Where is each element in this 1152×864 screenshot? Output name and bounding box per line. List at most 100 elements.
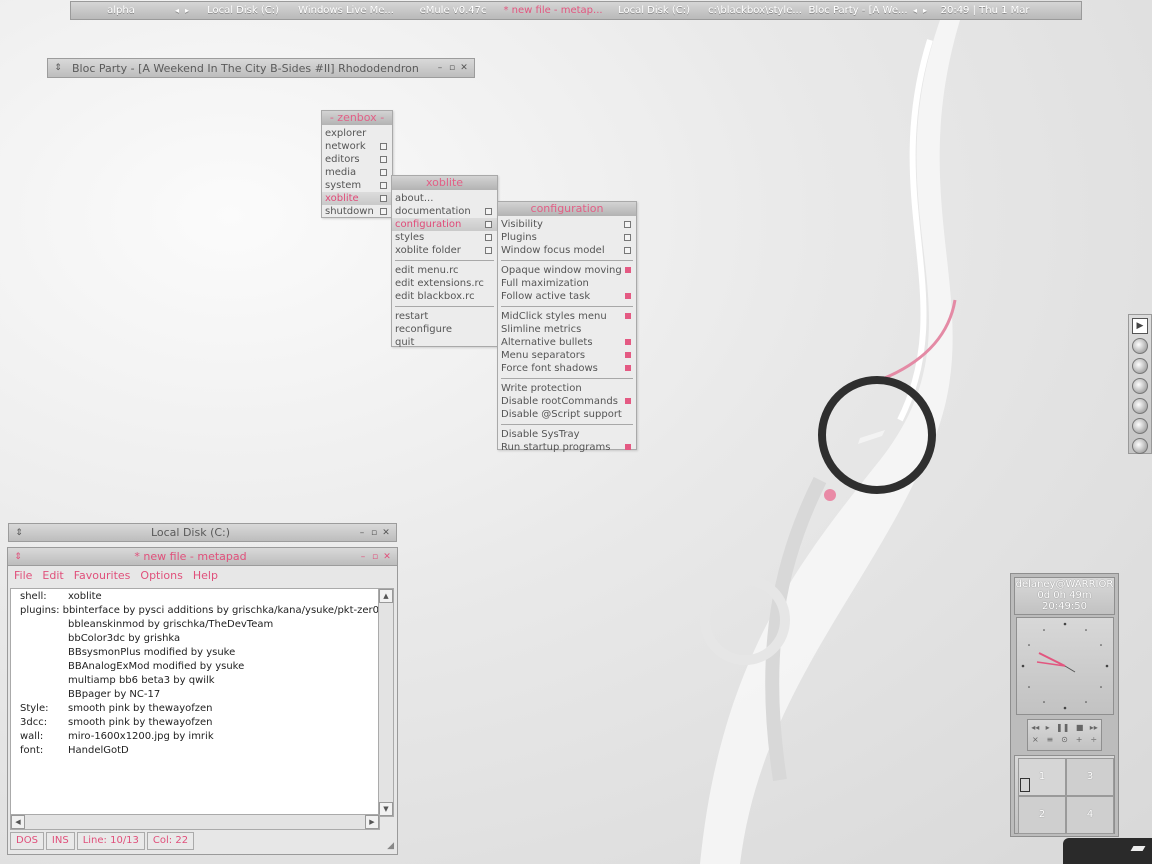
speaker-icon[interactable] [1132, 398, 1148, 414]
close-icon[interactable]: ✕ [381, 552, 393, 562]
explorer-window[interactable]: ⇕ Local Disk (C:) – ▫ ✕ [8, 523, 397, 542]
previous-icon[interactable]: ◂◂ [1031, 723, 1039, 732]
menu-item-edit-menu-rc[interactable]: edit menu.rc [392, 264, 497, 277]
minimize-icon[interactable]: – [434, 63, 446, 73]
scroll-up-icon[interactable]: ▲ [379, 589, 393, 603]
menu-file[interactable]: File [14, 569, 32, 582]
task-blackbox-styles[interactable]: c:\blackbox\style... [703, 5, 807, 16]
menu-item-editors[interactable]: editors [322, 153, 392, 166]
next-icon[interactable]: ▸▸ [1090, 723, 1098, 732]
submenu-icon [485, 221, 492, 228]
task-bloc-party[interactable]: Bloc Party - [A We... [807, 5, 909, 16]
scroll-right-icon[interactable]: ▶ [365, 815, 379, 829]
scroll-left-icon[interactable]: ◀ [11, 815, 25, 829]
menu-item-media[interactable]: media [322, 166, 392, 179]
menu-item-shutdown[interactable]: shutdown [322, 205, 392, 218]
menu-item-restart[interactable]: restart [392, 310, 497, 323]
shield-icon[interactable] [1132, 378, 1148, 394]
menu-item-disable-rootcommands[interactable]: Disable rootCommands [498, 395, 636, 408]
pause-icon[interactable]: ❚❚ [1056, 723, 1069, 732]
menu-item-visibility[interactable]: Visibility [498, 218, 636, 231]
menu-item-opaque-window-moving[interactable]: Opaque window moving [498, 264, 636, 277]
checked-bullet-icon [625, 444, 631, 450]
messenger-icon[interactable] [1132, 418, 1148, 434]
status-column: Col: 22 [146, 832, 195, 850]
menu-favourites[interactable]: Favourites [74, 569, 131, 582]
vertical-scrollbar[interactable]: ▲ ▼ [378, 588, 394, 817]
menu-item-system[interactable]: system [322, 179, 392, 192]
close-icon[interactable]: ✕ [380, 528, 392, 538]
menu-item-xoblite-folder[interactable]: xoblite folder [392, 244, 497, 257]
compass-icon[interactable] [1132, 338, 1148, 354]
menu-item-force-font-shadows[interactable]: Force font shadows [498, 362, 636, 375]
analog-clock [1016, 617, 1114, 715]
menu-item-edit-blackbox-rc[interactable]: edit blackbox.rc [392, 290, 497, 303]
menu-item-window-focus-model[interactable]: Window focus model [498, 244, 636, 257]
maximize-icon[interactable]: ▫ [368, 528, 380, 538]
metapad-titlebar[interactable]: ⇕ * new file - metapad – ▫ ✕ [8, 548, 397, 566]
workspace-arrows[interactable]: ◂▸ [171, 6, 199, 15]
menu-item-menu-separators[interactable]: Menu separators [498, 349, 636, 362]
menu-item-styles[interactable]: styles [392, 231, 497, 244]
menu-item-write-protection[interactable]: Write protection [498, 382, 636, 395]
media-window[interactable]: ⇕ Bloc Party - [A Weekend In The City B-… [47, 58, 475, 78]
task-local-disk[interactable]: Local Disk (C:) [199, 5, 287, 16]
menu-item-documentation[interactable]: documentation [392, 205, 497, 218]
shuffle-icon[interactable]: ⨯ [1032, 735, 1039, 744]
menu-item-edit-extensions-rc[interactable]: edit extensions.rc [392, 277, 497, 290]
task-emule[interactable]: eMule v0.47c [405, 5, 501, 16]
play-icon[interactable]: ▶ [1132, 318, 1148, 334]
menu-item-xoblite[interactable]: xoblite [322, 192, 392, 205]
stop-icon[interactable]: ■ [1076, 723, 1084, 732]
workspace-label[interactable]: alpha [71, 5, 171, 16]
menu-item-follow-active-task[interactable]: Follow active task [498, 290, 636, 303]
volume-up-icon[interactable]: + [1076, 735, 1083, 744]
minimize-icon[interactable]: – [356, 528, 368, 538]
menu-options[interactable]: Options [140, 569, 182, 582]
emule-icon[interactable] [1132, 438, 1148, 454]
menu-item-about[interactable]: about... [392, 192, 497, 205]
menu-item-midclick-styles-menu[interactable]: MidClick styles menu [498, 310, 636, 323]
menu-item-explorer[interactable]: explorer [322, 127, 392, 140]
horizontal-scrollbar[interactable]: ◀ ▶ [10, 814, 380, 830]
repeat-icon[interactable]: ⊙ [1061, 735, 1068, 744]
pager-desktop-4[interactable]: 4 [1066, 796, 1114, 834]
window-menu-icon[interactable]: ⇕ [12, 552, 24, 562]
menu-item-plugins[interactable]: Plugins [498, 231, 636, 244]
resize-grip-icon[interactable]: ◢ [387, 841, 394, 851]
task-windows-live[interactable]: Windows Live Me... [287, 5, 405, 16]
menu-item-full-maximization[interactable]: Full maximization [498, 277, 636, 290]
scroll-down-icon[interactable]: ▼ [379, 802, 393, 816]
close-icon[interactable]: ✕ [458, 63, 470, 73]
menu-help[interactable]: Help [193, 569, 218, 582]
task-metapad[interactable]: * new file - metap... [501, 5, 605, 16]
volume-down-icon[interactable]: ÷ [1090, 735, 1097, 744]
maximize-icon[interactable]: ▫ [446, 63, 458, 73]
playlist-icon[interactable]: ≡ [1047, 735, 1054, 744]
menu-item-quit[interactable]: quit [392, 336, 497, 349]
menu-item-alternative-bullets[interactable]: Alternative bullets [498, 336, 636, 349]
pager-desktop-2[interactable]: 2 [1018, 796, 1066, 834]
task-arrows[interactable]: ◂▸ [909, 6, 937, 15]
maximize-icon[interactable]: ▫ [369, 552, 381, 562]
pager-window-thumb[interactable] [1020, 778, 1030, 792]
minimize-icon[interactable]: – [357, 552, 369, 562]
pager-desktop-3[interactable]: 3 [1066, 758, 1114, 796]
task-local-disk-2[interactable]: Local Disk (C:) [605, 5, 703, 16]
text-editor[interactable]: shell: xoblite plugins: bbinterface by pys… [10, 588, 380, 817]
menu-item-disable-systray[interactable]: Disable SysTray [498, 428, 636, 441]
menu-item-configuration[interactable]: configuration [392, 218, 497, 231]
text-line: font: HandelGotD [11, 744, 379, 758]
window-menu-icon[interactable]: ⇕ [13, 528, 25, 538]
line-value: bbleanskinmod by grischka/TheDevTeam [68, 619, 274, 630]
menu-item-slimline-metrics[interactable]: Slimline metrics [498, 323, 636, 336]
menu-item-reconfigure[interactable]: reconfigure [392, 323, 497, 336]
network-icon[interactable] [1132, 358, 1148, 374]
window-menu-icon[interactable]: ⇕ [52, 63, 64, 73]
play-icon[interactable]: ▸ [1046, 723, 1050, 732]
menu-item-run-startup-programs[interactable]: Run startup programs [498, 441, 636, 454]
menu-item-disable-script-support[interactable]: Disable @Script support [498, 408, 636, 421]
menu-edit[interactable]: Edit [42, 569, 63, 582]
menu-item-network[interactable]: network [322, 140, 392, 153]
text-line: BBsysmonPlus modified by ysuke [11, 646, 379, 660]
